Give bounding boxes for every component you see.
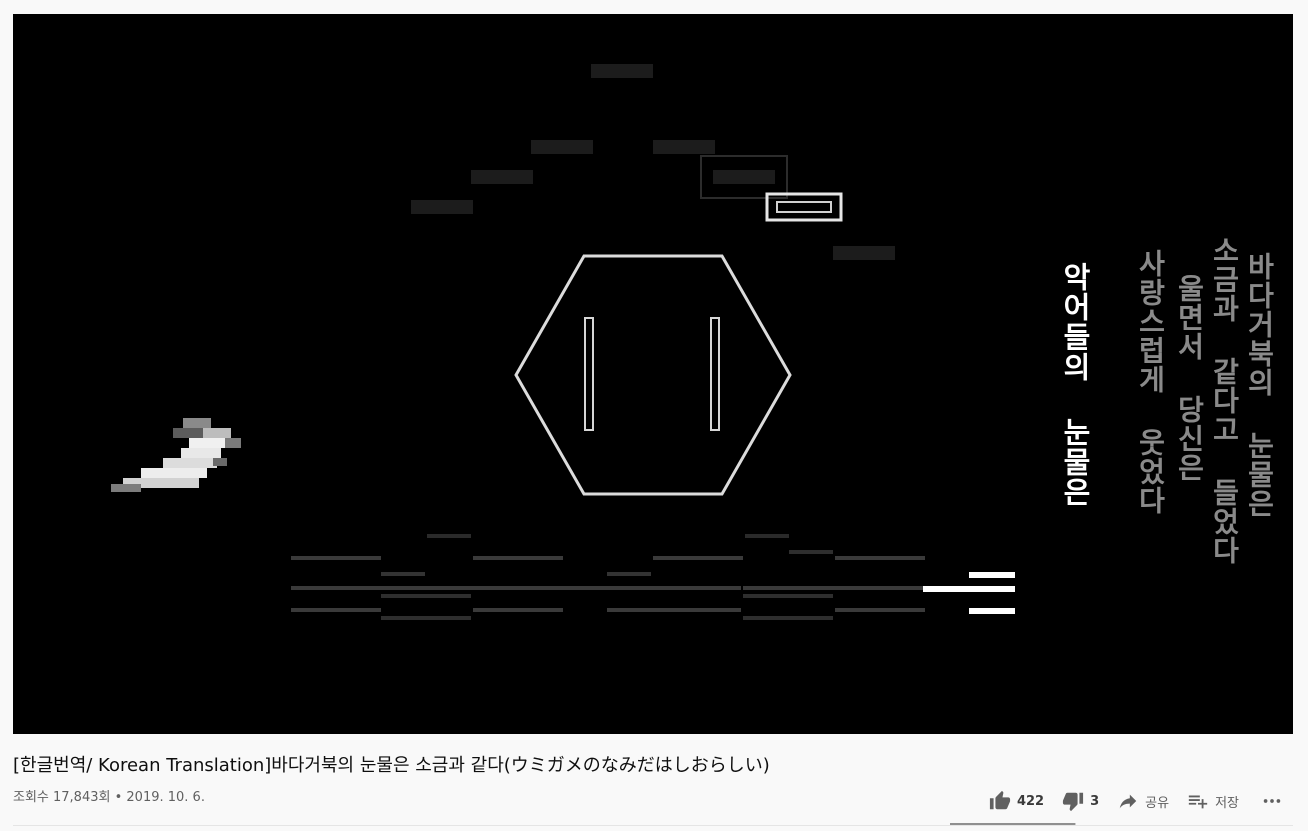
pixel-block xyxy=(531,140,593,154)
hexagon-pause-icon xyxy=(514,254,792,496)
share-label: 공유 xyxy=(1145,795,1170,811)
lyric-line-3: 울면서 당신은 xyxy=(1173,274,1206,482)
video-meta-row: 조회수 17,843회 • 2019. 10. 6. 422 3 공유 저장 xyxy=(13,788,1293,818)
share-arrow-icon xyxy=(1117,790,1139,812)
pixel-block xyxy=(411,200,473,214)
view-count-and-date: 조회수 17,843회 • 2019. 10. 6. xyxy=(13,788,205,808)
lyric-line-1: 바다거북의 눈물은 xyxy=(1243,252,1276,518)
playlist-add-icon xyxy=(1187,790,1209,812)
video-title: [한글번역/ Korean Translation]바다거북의 눈물은 소금과 … xyxy=(13,755,770,776)
pixel-block xyxy=(833,246,895,260)
thumbs-down-icon xyxy=(1062,790,1084,812)
share-button[interactable]: 공유 xyxy=(1117,790,1169,812)
pixel-block xyxy=(713,170,775,184)
divider xyxy=(13,825,1293,826)
lyric-highlight-line: 악어들의 눈물은 xyxy=(1058,262,1092,507)
video-player[interactable]: 악어들의 눈물은 바다거북의 눈물은 소금과 같다고 들었다 울면서 당신은 사… xyxy=(13,14,1293,734)
pixel-block xyxy=(653,140,715,154)
like-button[interactable]: 422 xyxy=(989,790,1044,812)
lyric-line-4: 사랑스럽게 웃었다 xyxy=(1134,249,1167,515)
meta-separator: • xyxy=(110,790,127,805)
view-count: 조회수 17,843회 xyxy=(13,790,111,805)
pixel-block xyxy=(471,170,533,184)
video-frame-graphics xyxy=(111,64,1015,620)
dislike-button[interactable]: 3 xyxy=(1062,790,1099,812)
like-count: 422 xyxy=(1016,793,1045,809)
dislike-count: 3 xyxy=(1090,793,1100,809)
top-blocks xyxy=(411,64,895,260)
pixel-turtle xyxy=(111,418,241,492)
save-button[interactable]: 저장 xyxy=(1187,790,1239,812)
lyric-line-2: 소금과 같다고 들었다 xyxy=(1208,236,1241,565)
more-actions-button[interactable] xyxy=(1261,790,1283,812)
action-buttons: 422 3 공유 저장 xyxy=(971,788,1283,814)
more-horizontal-icon xyxy=(1261,790,1283,812)
thumbs-up-icon xyxy=(989,790,1011,812)
upload-date: 2019. 10. 6. xyxy=(126,790,205,805)
save-label: 저장 xyxy=(1215,795,1239,811)
pixel-block xyxy=(591,64,653,78)
line-pattern xyxy=(291,534,1015,620)
